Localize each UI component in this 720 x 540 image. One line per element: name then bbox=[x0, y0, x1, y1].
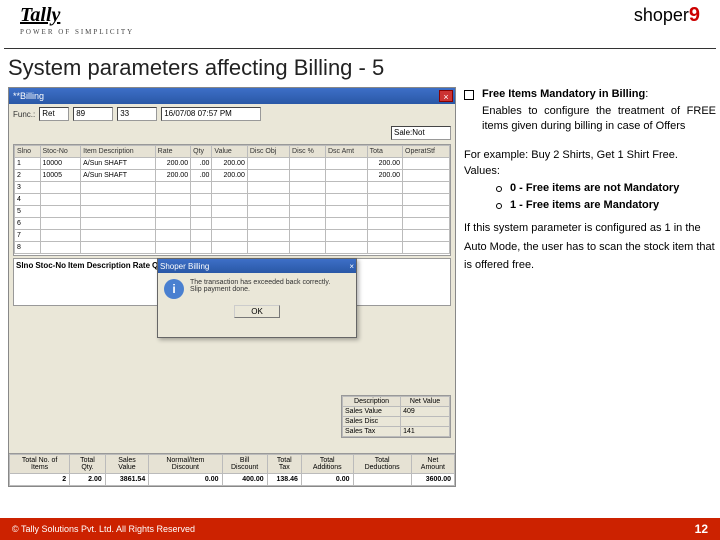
copyright: © Tally Solutions Pvt. Ltd. All Rights R… bbox=[12, 524, 195, 534]
shoper-9: 9 bbox=[689, 4, 700, 27]
option-0: 0 - Free items are not Mandatory bbox=[496, 181, 716, 196]
footer: © Tally Solutions Pvt. Ltd. All Rights R… bbox=[0, 518, 720, 540]
example-block: For example: Buy 2 Shirts, Get 1 Shirt F… bbox=[464, 148, 716, 275]
close-icon[interactable]: × bbox=[439, 90, 453, 102]
values-label: Values: bbox=[464, 164, 716, 179]
screenshot-panel: **Billing × Func.: Ret 89 33 16/07/08 07… bbox=[8, 87, 456, 487]
summary-box: DescriptionNet ValueSales Value409Sales … bbox=[341, 395, 451, 438]
sales-mode[interactable]: Sale:Not bbox=[391, 126, 451, 140]
datetime-field[interactable]: 16/07/08 07:57 PM bbox=[161, 107, 261, 121]
field-3[interactable]: 33 bbox=[117, 107, 157, 121]
func-label: Func.: bbox=[13, 110, 35, 119]
options-list: 0 - Free items are not Mandatory 1 - Fre… bbox=[496, 181, 716, 213]
example-line: For example: Buy 2 Shirts, Get 1 Shirt F… bbox=[464, 148, 716, 163]
circle-bullet-icon bbox=[496, 203, 502, 209]
field-2[interactable]: 89 bbox=[73, 107, 113, 121]
slide-title: System parameters affecting Billing - 5 bbox=[0, 55, 720, 87]
tally-logo: Tally POWER OF SIMPLICITY bbox=[20, 4, 134, 36]
circle-bullet-icon bbox=[496, 186, 502, 192]
option-1: 1 - Free items are Mandatory bbox=[496, 198, 716, 213]
fields-row: Func.: Ret 89 33 16/07/08 07:57 PM bbox=[9, 104, 455, 124]
dialog-title: Shoper Billing bbox=[160, 262, 209, 271]
tally-wordmark: Tally bbox=[20, 4, 134, 27]
bullet-1-body: Enables to configure the treatment of FR… bbox=[482, 104, 716, 134]
shoper-logo: shoper 9 bbox=[634, 4, 700, 27]
items-grid[interactable]: SlnoStoc-NoItem DescriptionRateQtyValueD… bbox=[13, 144, 451, 256]
info-dialog: Shoper Billing × i The transaction has e… bbox=[157, 258, 357, 338]
dialog-close-icon[interactable]: × bbox=[349, 262, 354, 271]
func-field[interactable]: Ret bbox=[39, 107, 69, 121]
billing-window: **Billing × Func.: Ret 89 33 16/07/08 07… bbox=[8, 87, 456, 487]
square-bullet-icon bbox=[464, 90, 474, 100]
header: Tally POWER OF SIMPLICITY shoper 9 bbox=[0, 0, 720, 48]
text-panel: Free Items Mandatory in Billing: Enables… bbox=[464, 87, 716, 487]
tally-tagline: POWER OF SIMPLICITY bbox=[20, 28, 134, 36]
page-number: 12 bbox=[695, 522, 708, 536]
dialog-titlebar: Shoper Billing × bbox=[158, 259, 356, 273]
explanation-para: If this system parameter is configured a… bbox=[464, 219, 716, 275]
totals-bar: Total No. of ItemsTotal Qty.Sales ValueN… bbox=[9, 453, 455, 486]
dialog-message: The transaction has exceeded back correc… bbox=[190, 279, 330, 299]
main-content: **Billing × Func.: Ret 89 33 16/07/08 07… bbox=[0, 87, 720, 487]
window-title: **Billing bbox=[13, 91, 44, 101]
bullet-1: Free Items Mandatory in Billing: bbox=[464, 87, 716, 102]
divider bbox=[4, 48, 716, 49]
window-titlebar: **Billing × bbox=[9, 88, 455, 104]
info-icon: i bbox=[164, 279, 184, 299]
bullet-1-title: Free Items Mandatory in Billing bbox=[482, 88, 645, 100]
shoper-wordmark: shoper bbox=[634, 5, 689, 26]
ok-button[interactable]: OK bbox=[234, 305, 280, 318]
